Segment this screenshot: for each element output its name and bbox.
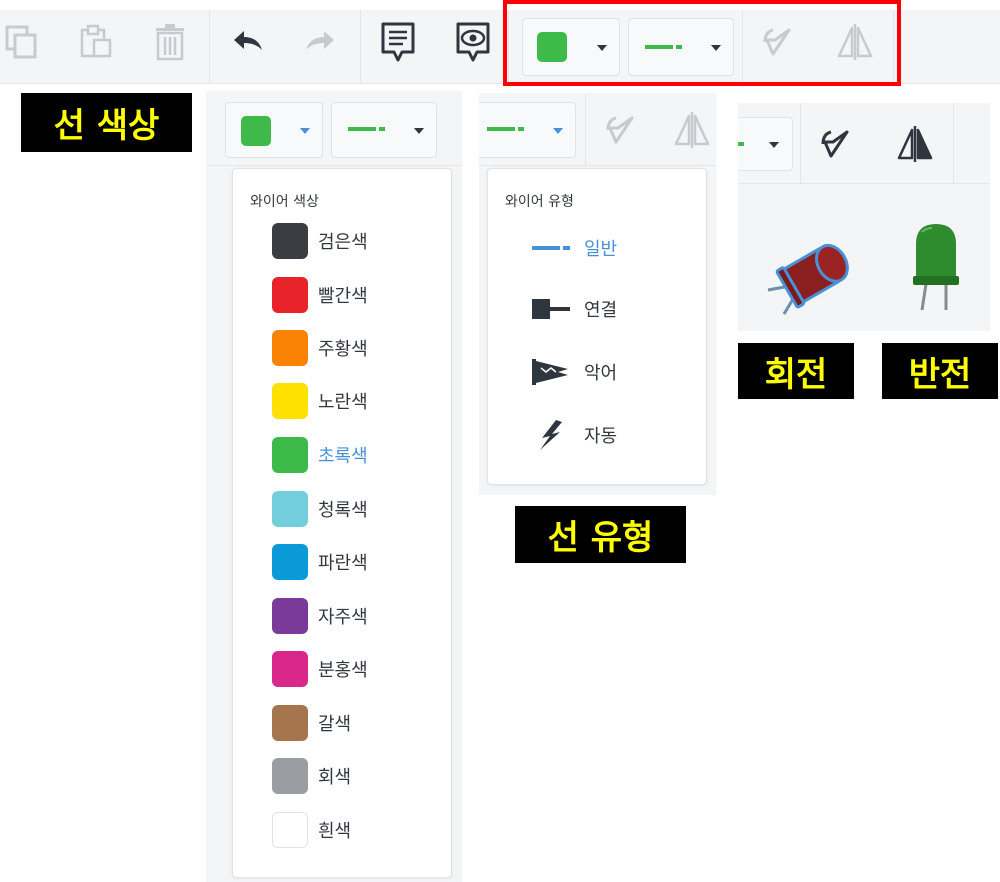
preview-icon[interactable] [453, 22, 493, 62]
line-color-label: 선 색상 [21, 93, 192, 152]
color-swatch [272, 491, 308, 527]
undo-icon[interactable] [228, 22, 268, 62]
color-name: 파란색 [318, 553, 368, 574]
copy-icon[interactable] [2, 22, 42, 62]
flip-icon[interactable] [672, 110, 712, 150]
color-swatch [272, 544, 308, 580]
normal-wire-icon [487, 127, 524, 131]
color-option-pink[interactable]: 분홍색 [272, 651, 368, 687]
color-swatch [272, 651, 308, 687]
wire-type-option-connection[interactable]: 연결 [532, 294, 617, 324]
color-option-orange[interactable]: 주황색 [272, 330, 368, 366]
color-option-teal[interactable]: 청록색 [272, 491, 368, 527]
rotate-label: 회전 [738, 343, 854, 399]
note-icon[interactable] [378, 22, 418, 62]
color-swatch [272, 812, 308, 848]
color-swatch [272, 223, 308, 259]
wire-type-option-normal[interactable]: 일반 [532, 233, 617, 263]
color-name: 청록색 [318, 500, 368, 521]
color-option-gray[interactable]: 회색 [272, 758, 351, 794]
color-swatch [272, 598, 308, 634]
flip-icon[interactable] [895, 124, 935, 164]
color-name: 주황색 [318, 339, 368, 360]
color-name: 갈색 [318, 714, 352, 735]
color-option-purple[interactable]: 자주색 [272, 598, 368, 634]
color-option-black[interactable]: 검은색 [272, 223, 368, 259]
wire-color-dropdown[interactable] [225, 102, 323, 158]
alligator-wire-icon [532, 357, 572, 387]
color-name: 초록색 [318, 446, 368, 467]
paste-icon[interactable] [76, 22, 116, 62]
color-option-yellow[interactable]: 노란색 [272, 383, 368, 419]
line-type-label: 선 유형 [515, 506, 686, 563]
wire-type-menu-title: 와이어 유형 [505, 194, 574, 210]
chevron-down-icon [769, 142, 779, 148]
wire-type-dropdown[interactable] [479, 102, 576, 158]
color-option-red[interactable]: 빨간색 [272, 277, 368, 313]
toolbar-divider [800, 103, 801, 183]
color-name: 분홍색 [318, 660, 368, 681]
wire-type-dropdown[interactable] [738, 117, 793, 171]
color-option-blue[interactable]: 파란색 [272, 544, 368, 580]
toolbar-divider [953, 103, 954, 183]
wire-type-option-alligator[interactable]: 악어 [532, 357, 617, 387]
color-option-white[interactable]: 흰색 [272, 812, 351, 848]
flip-label: 반전 [882, 343, 998, 399]
wire-type-name: 악어 [584, 363, 618, 384]
wire-type-option-auto[interactable]: 자동 [532, 420, 617, 450]
color-swatch [272, 383, 308, 419]
color-swatch [272, 330, 308, 366]
color-name: 자주색 [318, 607, 368, 628]
wire-color-menu-title: 와이어 색상 [250, 194, 319, 210]
redo-icon[interactable] [300, 22, 340, 62]
connection-wire-icon [532, 294, 572, 324]
wire-type-dropdown[interactable] [331, 102, 437, 158]
color-swatch [272, 277, 308, 313]
color-name: 회색 [318, 767, 352, 788]
top-accent-line [0, 0, 56, 34]
green-led[interactable] [908, 222, 964, 314]
wire-color-swatch [241, 116, 271, 146]
wire-type-name: 자동 [584, 426, 618, 447]
toolbar-divider [585, 95, 586, 165]
normal-wire-icon [738, 142, 744, 146]
toolbar-divider [360, 10, 361, 83]
color-name: 노란색 [318, 392, 368, 413]
delete-icon[interactable] [150, 22, 190, 62]
panel-divider [479, 165, 716, 166]
color-swatch [272, 758, 308, 794]
highlight-box [503, 0, 901, 86]
normal-wire-icon [532, 233, 572, 263]
color-swatch [272, 705, 308, 741]
rotate-icon[interactable] [600, 110, 640, 150]
color-name: 흰색 [318, 821, 352, 842]
chevron-down-icon [300, 128, 310, 134]
chevron-down-icon [553, 128, 563, 134]
rotate-icon[interactable] [815, 124, 855, 164]
panel-divider [206, 165, 462, 166]
color-name: 검은색 [318, 232, 368, 253]
red-led-rotated[interactable] [760, 232, 860, 322]
normal-wire-icon [348, 127, 385, 131]
color-name: 빨간색 [318, 286, 368, 307]
color-option-green[interactable]: 초록색 [272, 437, 368, 473]
color-swatch [272, 437, 308, 473]
color-option-brown[interactable]: 갈색 [272, 705, 351, 741]
toolbar-divider [209, 10, 210, 83]
chevron-down-icon [414, 128, 424, 134]
wire-type-name: 연결 [584, 300, 618, 321]
auto-wire-icon [532, 420, 572, 450]
wire-type-name: 일반 [584, 239, 618, 260]
